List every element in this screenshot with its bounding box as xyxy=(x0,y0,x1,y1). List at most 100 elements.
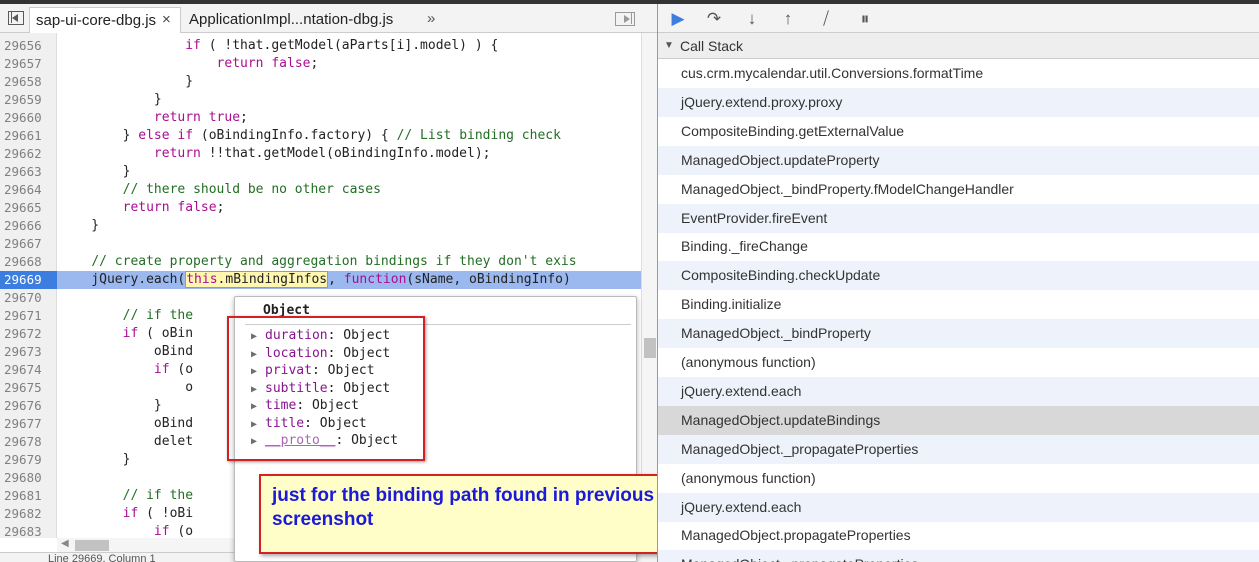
call-stack-frame[interactable]: jQuery.extend.proxy.proxy xyxy=(658,87,1259,117)
scroll-left-icon[interactable]: ◀ xyxy=(61,538,69,549)
line-number[interactable]: 29683 xyxy=(4,523,52,538)
tab-label: ApplicationImpl...ntation-dbg.js xyxy=(189,11,394,28)
call-stack-frame[interactable]: ManagedObject._propagateProperties xyxy=(658,434,1259,464)
code-text: // if the xyxy=(122,308,194,323)
line-number[interactable]: 29663 xyxy=(4,163,52,181)
line-number[interactable]: 29656 xyxy=(4,37,52,55)
call-stack-frame[interactable]: cus.crm.mycalendar.util.Conversions.form… xyxy=(658,59,1259,88)
vertical-scroll-thumb[interactable] xyxy=(644,338,656,358)
deactivate-breakpoints-icon[interactable]: ⧸ xyxy=(814,8,838,30)
code-text: } xyxy=(60,398,162,413)
call-stack-frame[interactable]: CompositeBinding.getExternalValue xyxy=(658,117,1259,146)
code-text: } xyxy=(60,452,131,467)
code-line[interactable]: 29658 } xyxy=(0,73,642,91)
cursor-position: Line 29669, Column 1 xyxy=(48,553,156,562)
resume-icon[interactable]: ▶ xyxy=(666,8,690,30)
line-number[interactable]: 29660 xyxy=(4,109,52,127)
code-line[interactable]: 29663 } xyxy=(0,163,642,181)
code-line[interactable]: 29661 } else if (oBindingInfo.factory) {… xyxy=(0,127,642,145)
line-number[interactable]: 29671 xyxy=(4,307,52,325)
call-stack-frame[interactable]: Binding._fireChange xyxy=(658,232,1259,261)
code-text: // if the xyxy=(122,488,194,503)
step-into-icon[interactable]: ↓ xyxy=(740,8,764,30)
tab-application-impl[interactable]: ApplicationImpl...ntation-dbg.js xyxy=(183,7,399,33)
call-stack-title: Call Stack xyxy=(680,38,744,54)
editor-tab-bar: sap-ui-core-dbg.js × ApplicationImpl...n… xyxy=(0,4,657,33)
step-out-icon[interactable]: ↑ xyxy=(776,8,800,30)
code-line[interactable]: 29664 // there should be no other cases xyxy=(0,181,642,199)
code-text: delet xyxy=(60,434,194,449)
step-over-icon[interactable]: ↷ xyxy=(702,8,726,30)
close-tab-icon[interactable]: × xyxy=(162,11,171,28)
line-number[interactable]: 29672 xyxy=(4,325,52,343)
call-stack-frame[interactable]: (anonymous function) xyxy=(658,348,1259,377)
line-number[interactable]: 29673 xyxy=(4,343,52,361)
code-line[interactable]: 29659 } xyxy=(0,91,642,109)
line-number[interactable]: 29661 xyxy=(4,127,52,145)
line-number[interactable]: 29662 xyxy=(4,145,52,163)
code-line[interactable]: 29656 if ( !that.getModel(aParts[i].mode… xyxy=(0,37,642,55)
code-text: return !!that.getModel(oBindingInfo.mode… xyxy=(153,146,491,161)
line-number[interactable]: 29657 xyxy=(4,55,52,73)
call-stack-frame[interactable]: Binding.initialize xyxy=(658,290,1259,319)
code-text: return false; xyxy=(216,56,319,71)
line-number[interactable]: 29664 xyxy=(4,181,52,199)
vertical-scrollbar[interactable] xyxy=(641,33,657,538)
line-number[interactable]: 29677 xyxy=(4,415,52,433)
call-stack-frame[interactable]: (anonymous function) xyxy=(658,464,1259,493)
line-number[interactable]: 29665 xyxy=(4,199,52,217)
code-line[interactable]: 29657 return false; xyxy=(0,55,642,73)
line-number[interactable]: 29668 xyxy=(4,253,52,271)
line-number[interactable]: 29667 xyxy=(4,235,52,253)
collapse-icon[interactable]: ▼ xyxy=(664,33,674,59)
call-stack-frame[interactable]: CompositeBinding.checkUpdate xyxy=(658,261,1259,291)
code-text: if (o xyxy=(153,524,194,538)
line-number[interactable]: 29678 xyxy=(4,433,52,451)
line-number[interactable]: 29680 xyxy=(4,469,52,487)
code-line[interactable]: 29666 } xyxy=(0,217,642,235)
code-text: // there should be no other cases xyxy=(122,182,381,197)
line-number[interactable]: 29681 xyxy=(4,487,52,505)
debugger-toolbar: ▶ ↷ ↓ ↑ ⧸ ⏸ xyxy=(658,4,1259,33)
call-stack-frame[interactable]: ManagedObject._propagateProperties xyxy=(658,550,1259,562)
line-number[interactable]: 29670 xyxy=(4,289,52,307)
call-stack-frame[interactable]: ManagedObject.updateProperty xyxy=(658,145,1259,175)
code-line[interactable]: 29667 xyxy=(0,235,642,253)
line-number[interactable]: 29682 xyxy=(4,505,52,523)
code-text: if (o xyxy=(153,362,194,377)
pause-on-exceptions-icon[interactable]: ⏸ xyxy=(853,8,877,30)
code-text: if ( !that.getModel(aParts[i].model) ) { xyxy=(185,38,499,53)
tab-sap-ui-core[interactable]: sap-ui-core-dbg.js xyxy=(29,7,181,33)
annotation-note: just for the binding path found in previ… xyxy=(259,474,723,554)
toggle-debugger-icon[interactable] xyxy=(615,12,635,26)
more-tabs-icon[interactable]: » xyxy=(427,10,435,27)
call-stack-frame-selected[interactable]: ManagedObject.updateBindings xyxy=(658,405,1259,435)
annotation-text: just for the binding path found in previ… xyxy=(272,485,655,530)
toggle-navigator-icon[interactable] xyxy=(8,11,24,25)
code-line[interactable]: 29662 return !!that.getModel(oBindingInf… xyxy=(0,145,642,163)
horizontal-scroll-thumb[interactable] xyxy=(75,540,109,551)
code-text: } xyxy=(60,164,131,179)
call-stack-frame[interactable]: ManagedObject._bindProperty.fModelChange… xyxy=(658,175,1259,204)
call-stack-header[interactable]: ▼ Call Stack xyxy=(658,33,1259,59)
current-execution-line[interactable]: 29669 jQuery.each(this.mBindingInfos, fu… xyxy=(0,271,642,289)
line-number[interactable]: 29658 xyxy=(4,73,52,91)
code-line[interactable]: 29668 // create property and aggregation… xyxy=(0,253,642,271)
call-stack-frame[interactable]: jQuery.extend.each xyxy=(658,492,1259,522)
line-number[interactable]: 29674 xyxy=(4,361,52,379)
line-number[interactable]: 29666 xyxy=(4,217,52,235)
code-line[interactable]: 29665 return false; xyxy=(0,199,642,217)
code-text: } xyxy=(60,74,194,89)
line-number[interactable]: 29675 xyxy=(4,379,52,397)
call-stack-frame[interactable]: EventProvider.fireEvent xyxy=(658,203,1259,233)
call-stack-frame[interactable]: ManagedObject.propagateProperties xyxy=(658,521,1259,550)
call-stack-frame[interactable]: jQuery.extend.each xyxy=(658,376,1259,406)
code-line[interactable]: 29660 return true; xyxy=(0,109,642,127)
line-number[interactable]: 29679 xyxy=(4,451,52,469)
code-text: oBind xyxy=(60,344,194,359)
line-number[interactable]: 29669 xyxy=(0,271,57,289)
line-number[interactable]: 29676 xyxy=(4,397,52,415)
code-text: oBind xyxy=(60,416,194,431)
line-number[interactable]: 29659 xyxy=(4,91,52,109)
call-stack-frame[interactable]: ManagedObject._bindProperty xyxy=(658,319,1259,349)
